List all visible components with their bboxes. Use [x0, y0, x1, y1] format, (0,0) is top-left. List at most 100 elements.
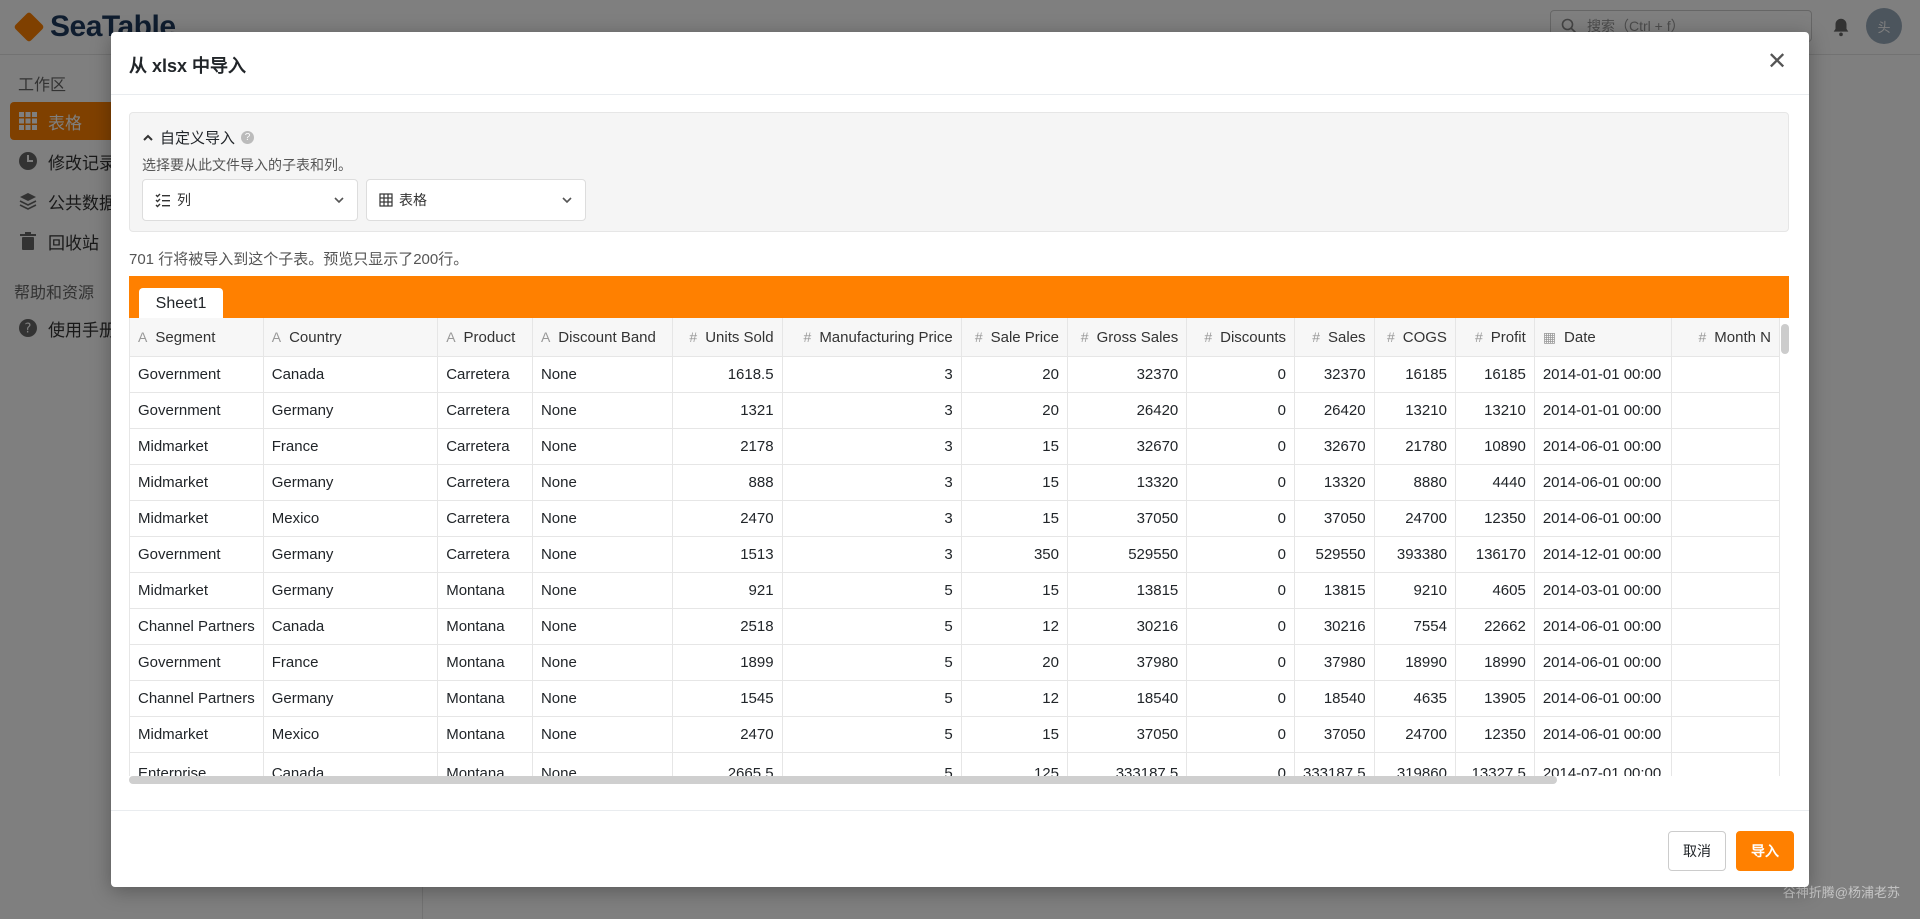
preview-table-area[interactable]: A Segment A Country A Product A Discount Band # U… [129, 318, 1780, 776]
text-type-icon: A [446, 328, 456, 345]
table-cell: None [532, 500, 673, 537]
table-cell: 15 [961, 464, 1068, 501]
column-header: # Sale Price [961, 318, 1068, 357]
table-cell: None [532, 680, 673, 717]
table-cell: 3 [782, 464, 962, 501]
number-type-icon: # [1698, 328, 1707, 345]
number-type-icon: # [974, 328, 983, 345]
table-cell: Montana [437, 608, 533, 645]
table-cell: 0 [1186, 680, 1295, 717]
column-select[interactable]: 列 [142, 179, 358, 221]
table-cell: Government [130, 356, 264, 393]
table-cell: 529550 [1067, 536, 1188, 573]
number-type-icon: # [1204, 328, 1213, 345]
horizontal-scrollbar[interactable] [129, 776, 1557, 784]
column-header: A Segment [130, 318, 264, 357]
table-cell: None [532, 356, 673, 393]
number-type-icon: # [803, 328, 812, 345]
table-cell: None [532, 428, 673, 465]
table-cell: 0 [1186, 644, 1295, 681]
table-cell: 24700 [1374, 500, 1456, 537]
table-select[interactable]: 表格 [366, 179, 586, 221]
table-cell: 5 [782, 680, 962, 717]
sheet-tab[interactable]: Sheet1 [139, 288, 223, 318]
table-cell: 2014-01-01 00:00 [1534, 356, 1673, 393]
table-cell: Montana [437, 572, 533, 609]
column-header-label: Sales [1328, 328, 1366, 346]
table-cell: 26420 [1067, 392, 1188, 429]
column-header: A Country [263, 318, 439, 357]
table-cell: 20 [961, 356, 1068, 393]
number-type-icon: # [1475, 328, 1483, 345]
table-cell: Government [130, 392, 264, 429]
table-cell: 333187.5 [1294, 752, 1375, 776]
table-cell: 13905 [1455, 680, 1535, 717]
table-cell: 5 [782, 572, 962, 609]
table-cell: 2014-06-01 00:00 [1534, 644, 1673, 681]
vertical-scrollbar[interactable] [1781, 324, 1789, 354]
table-cell: 9210 [1374, 572, 1456, 609]
chevron-up-icon [143, 134, 153, 141]
table-cell: Montana [437, 716, 533, 753]
table-cell: 1513 [672, 536, 783, 573]
table-cell: 5 [782, 644, 962, 681]
table-cell: 37050 [1067, 500, 1188, 537]
text-type-icon: A [540, 328, 551, 345]
column-header-label: Units Sold [705, 328, 774, 346]
cancel-button[interactable]: 取消 [1668, 831, 1726, 871]
close-icon[interactable]: ✕ [1763, 48, 1791, 76]
table-cell: 3 [782, 428, 962, 465]
table-cell: 20 [961, 644, 1068, 681]
table-cell: None [532, 464, 673, 501]
table-cell: Channel Partners [130, 680, 264, 717]
table-cell: 529550 [1294, 536, 1375, 573]
table-cell: 15 [961, 500, 1068, 537]
column-header-label: Discounts [1220, 328, 1286, 346]
table-cell: 24700 [1374, 716, 1456, 753]
custom-import-title: 自定义导入 [160, 130, 236, 147]
table-cell: Germany [263, 392, 439, 429]
table-row: Midmarket Mexico Carretera None 2470 3 15 37050… [130, 500, 1780, 537]
table-cell: 2470 [672, 716, 783, 753]
custom-import-toggle[interactable]: 自定义导入 ? [142, 127, 255, 148]
custom-import-description: 选择要从此文件导入的子表和列。 [142, 157, 352, 173]
dialog-footer: 取消 导入 [111, 810, 1809, 888]
table-cell: None [532, 608, 673, 645]
table-cell: 2014-06-01 00:00 [1534, 680, 1673, 717]
table-cell: Germany [263, 572, 439, 609]
table-cell: Carretera [437, 392, 533, 429]
table-cell: 393380 [1374, 536, 1456, 573]
table-row: Midmarket Germany Carretera None 888 3 15 13320… [130, 464, 1780, 501]
table-cell: Canada [263, 608, 439, 645]
header-row: A Segment A Country A Product A Discount Band # U… [130, 318, 1780, 357]
table-cell [1671, 356, 1780, 393]
table-cell: 16185 [1455, 356, 1535, 393]
table-cell: 2014-06-01 00:00 [1534, 464, 1673, 501]
table-cell: 15 [961, 572, 1068, 609]
number-type-icon: # [1386, 328, 1395, 345]
table-cell: 37980 [1294, 644, 1375, 681]
custom-import-panel: 自定义导入 ? 选择要从此文件导入的子表和列。 列 表格 [129, 112, 1789, 232]
table-cell: Germany [263, 680, 439, 717]
table-cell: 37050 [1294, 500, 1375, 537]
table-cell: 30216 [1294, 608, 1375, 645]
table-cell [1671, 572, 1780, 609]
import-button[interactable]: 导入 [1736, 831, 1794, 871]
table-cell: 32670 [1067, 428, 1188, 465]
column-header-label: Segment [155, 328, 216, 346]
table-cell [1671, 536, 1780, 573]
table-cell: 26420 [1294, 392, 1375, 429]
table-cell: 319860 [1374, 752, 1456, 776]
date-type-icon: ▦ [1542, 328, 1557, 345]
column-header: ▦ Date [1534, 318, 1673, 357]
table-cell: 13320 [1067, 464, 1188, 501]
table-row: Midmarket Mexico Montana None 2470 5 15 37050 0 3… [130, 716, 1780, 753]
column-header-label: Discount Band [558, 328, 656, 346]
table-cell: None [532, 572, 673, 609]
help-icon[interactable]: ? [241, 131, 255, 144]
table-cell: 18990 [1455, 644, 1535, 681]
table-cell [1671, 644, 1780, 681]
column-header: # Month N [1671, 318, 1780, 357]
table-row: Government France Montana None 1899 5 20 37980 0… [130, 644, 1780, 681]
preview-grid: Sheet1 A Segment A Country A Product A Discount… [129, 276, 1789, 784]
